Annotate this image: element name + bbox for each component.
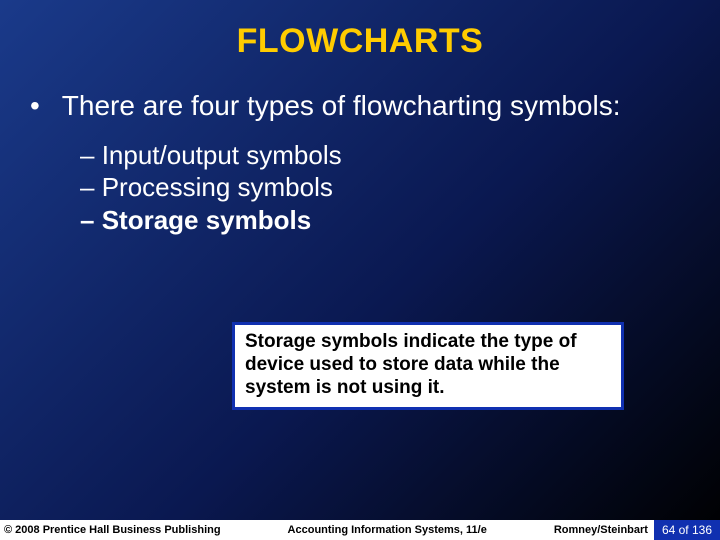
sub-item-text: Storage symbols [102,205,312,235]
slide-title: FLOWCHARTS [0,0,720,61]
callout-box: Storage symbols indicate the type of dev… [232,322,624,410]
footer-book: Accounting Information Systems, 11/e [221,524,554,536]
main-bullet-text: There are four types of flowcharting sym… [62,89,642,123]
footer-page: 64 of 136 [654,520,720,540]
sub-item: – Processing symbols [80,171,690,204]
sub-item-text: Processing symbols [102,172,333,202]
slide: FLOWCHARTS • There are four types of flo… [0,0,720,540]
footer: © 2008 Prentice Hall Business Publishing… [0,520,720,540]
callout-text: Storage symbols indicate the type of dev… [245,331,611,399]
footer-authors: Romney/Steinbart [554,524,654,536]
sub-item: – Input/output symbols [80,139,690,172]
footer-copyright: © 2008 Prentice Hall Business Publishing [0,524,221,536]
sub-item-emphasis: – Storage symbols [80,204,690,237]
bullet-dot: • [30,89,54,123]
sub-list: – Input/output symbols – Processing symb… [80,139,690,237]
sub-item-text: Input/output symbols [102,140,342,170]
slide-body: • There are four types of flowcharting s… [0,61,720,236]
main-bullet: • There are four types of flowcharting s… [30,89,690,123]
